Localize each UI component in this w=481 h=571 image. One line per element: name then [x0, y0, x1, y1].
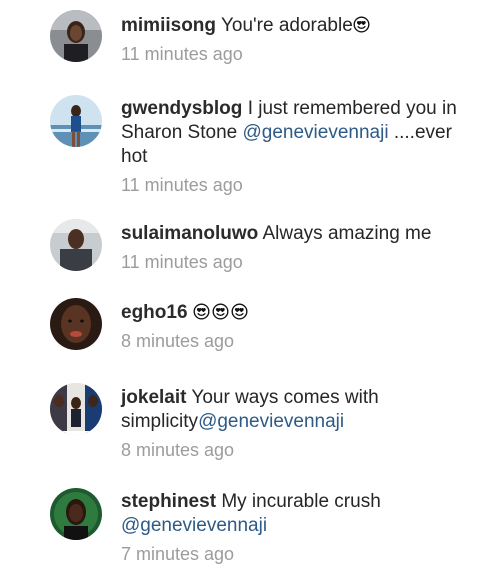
comment-username[interactable]: sulaimanoluwo	[121, 223, 258, 244]
heart-eyes-emoji-icon	[212, 303, 229, 320]
comment-timestamp: 11 minutes ago	[121, 252, 243, 272]
avatar-image	[50, 95, 102, 147]
avatar[interactable]	[50, 298, 102, 350]
heart-eyes-emoji-icon	[231, 303, 248, 320]
heart-eyes-emoji-icon	[193, 303, 210, 320]
comment-username[interactable]: jokelait	[121, 387, 186, 408]
avatar[interactable]	[50, 95, 102, 147]
avatar[interactable]	[50, 219, 102, 271]
comment-timestamp: 11 minutes ago	[121, 175, 243, 195]
comment-timestamp: 11 minutes ago	[121, 44, 243, 64]
comment-mention[interactable]: @genevievennaji	[198, 411, 344, 432]
comment-timestamp: 8 minutes ago	[121, 331, 235, 351]
comment-username[interactable]: gwendysblog	[121, 98, 242, 119]
comment-mention[interactable]: @genevievennaji	[121, 515, 267, 536]
comment-mention[interactable]: @genevievennaji	[242, 122, 388, 143]
heart-eyes-emoji-icon	[353, 16, 370, 33]
comment-text: My incurable crush	[221, 491, 381, 512]
avatar-image	[50, 219, 102, 271]
comment-timestamp: 8 minutes ago	[121, 440, 235, 460]
avatar[interactable]	[50, 488, 102, 540]
avatar[interactable]	[50, 10, 102, 62]
comment-timestamp: 7 minutes ago	[121, 544, 235, 564]
comment-username[interactable]: egho16	[121, 302, 188, 323]
comment-username[interactable]: stephinest	[121, 491, 216, 512]
avatar-image	[50, 298, 102, 350]
avatar-image	[50, 10, 102, 62]
avatar-image	[50, 488, 102, 540]
avatar[interactable]	[50, 383, 102, 435]
comment-text: You're adorable	[220, 15, 353, 36]
comment-username[interactable]: mimiisong	[121, 15, 216, 36]
comment-text: Always amazing me	[262, 223, 432, 244]
avatar-image	[50, 383, 102, 435]
